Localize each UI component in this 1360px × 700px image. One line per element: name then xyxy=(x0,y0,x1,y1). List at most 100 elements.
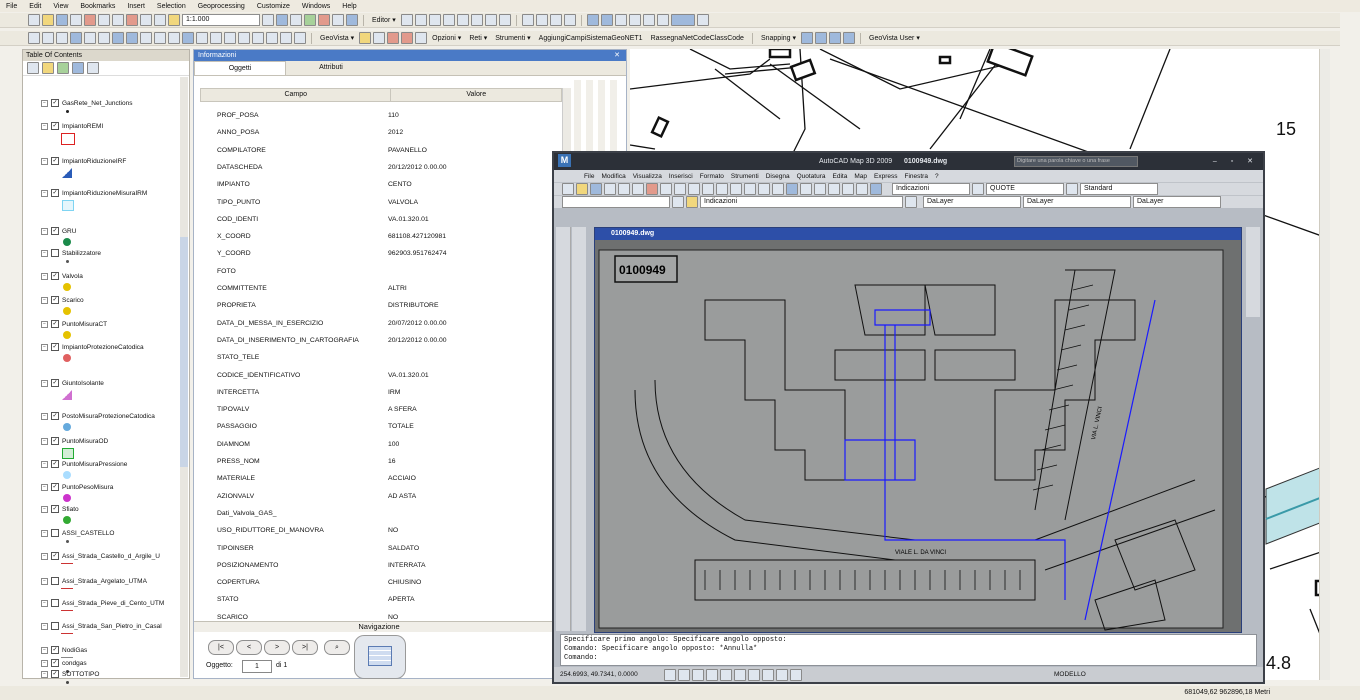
expand-icon[interactable]: − xyxy=(41,122,48,130)
attribute-field-value[interactable]: 962903.951762474 xyxy=(388,250,447,257)
edit-tool-icon[interactable] xyxy=(400,14,413,26)
layer-visibility-checkbox[interactable]: ✓ xyxy=(51,670,59,678)
scale-combo[interactable]: 1:1.000 xyxy=(182,14,260,26)
expand-icon[interactable]: − xyxy=(41,227,48,235)
menu-file[interactable]: File xyxy=(0,3,23,10)
list-by-visibility-icon[interactable] xyxy=(57,62,69,74)
table-view-button[interactable] xyxy=(354,635,406,679)
expand-icon[interactable]: − xyxy=(41,552,48,560)
attribute-field-value[interactable]: VA.01.320.01 xyxy=(388,216,429,223)
trace-icon[interactable] xyxy=(442,14,455,26)
copy-icon[interactable] xyxy=(660,183,672,195)
acad-menu-item[interactable]: Edita xyxy=(833,173,848,180)
attribute-field-value[interactable]: A SFERA xyxy=(388,406,417,413)
expand-icon[interactable]: − xyxy=(41,505,48,513)
expand-icon[interactable]: − xyxy=(41,646,48,654)
layer-visibility-checkbox[interactable]: ✓ xyxy=(51,296,59,304)
new-icon[interactable] xyxy=(28,14,40,26)
layer-visibility-checkbox[interactable]: ✓ xyxy=(51,189,59,197)
help-icon[interactable] xyxy=(870,183,882,195)
menu-insert[interactable]: Insert xyxy=(121,3,151,10)
layer-visibility-checkbox[interactable] xyxy=(51,249,59,257)
toc-layer-item[interactable]: − ✓ PuntoMisuraCT xyxy=(41,320,107,328)
attribute-field-value[interactable]: 100 xyxy=(388,441,399,448)
stop-icon[interactable] xyxy=(401,32,414,44)
layer-visibility-checkbox[interactable] xyxy=(51,577,59,585)
attribute-field-value[interactable]: CHIUSINO xyxy=(388,579,421,586)
toc-layer-item[interactable]: − ✓ PuntoMisuraPressione xyxy=(41,460,127,468)
save-icon[interactable] xyxy=(56,14,68,26)
forward-icon[interactable] xyxy=(126,32,138,44)
end-snap-icon[interactable] xyxy=(815,32,827,44)
attribute-field-value[interactable]: ACCIAIO xyxy=(388,475,416,482)
expand-icon[interactable]: − xyxy=(41,437,48,445)
zoom-in-icon[interactable] xyxy=(28,32,40,44)
toc-layer-item[interactable]: − ✓ PuntoMisuraOD xyxy=(41,437,108,445)
python-icon[interactable] xyxy=(332,14,344,26)
layout-icon[interactable] xyxy=(586,14,599,26)
toc-layer-item[interactable]: − ✓ Sfiato xyxy=(41,505,79,513)
rotate-icon[interactable] xyxy=(470,14,483,26)
expand-icon[interactable]: − xyxy=(41,249,48,257)
full-extent-icon[interactable] xyxy=(70,32,82,44)
zoom-previous-icon[interactable] xyxy=(772,183,784,195)
attributes-icon[interactable] xyxy=(484,14,497,26)
acad-menu-item[interactable]: File xyxy=(584,173,594,180)
straight-segment-icon[interactable] xyxy=(428,14,441,26)
expand-icon[interactable]: − xyxy=(41,599,48,607)
attribute-field-value[interactable]: 16 xyxy=(388,458,396,465)
toc-layer-item[interactable]: − ✓ PostoMisuraProtezioneCatodica xyxy=(41,412,155,420)
table-icon[interactable] xyxy=(276,14,288,26)
page-icon[interactable] xyxy=(600,14,613,26)
layer-visibility-checkbox[interactable] xyxy=(51,529,59,537)
model-icon[interactable] xyxy=(346,14,358,26)
publish-icon[interactable] xyxy=(632,183,644,195)
list-by-selection-icon[interactable] xyxy=(72,62,84,74)
pan-icon[interactable] xyxy=(730,183,742,195)
expand-icon[interactable]: − xyxy=(41,659,48,667)
layer-visibility-checkbox[interactable]: ✓ xyxy=(51,379,59,387)
editor-toolbar-icon[interactable] xyxy=(262,14,274,26)
lineweight-combo[interactable]: DaLayer xyxy=(1133,196,1221,208)
time-slider-icon[interactable] xyxy=(266,32,278,44)
menu-edit[interactable]: Edit xyxy=(23,3,47,10)
zoom-out-icon[interactable] xyxy=(42,32,54,44)
zoom-window-icon[interactable] xyxy=(758,183,770,195)
attribute-field-value[interactable]: PAVANELLO xyxy=(388,147,427,154)
dim-style-icon[interactable] xyxy=(972,183,984,195)
attribute-field-value[interactable]: VALVOLA xyxy=(388,199,418,206)
expand-icon[interactable]: − xyxy=(41,99,48,107)
layer-visibility-checkbox[interactable]: ✓ xyxy=(51,483,59,491)
drawing-window[interactable]: 0100949.dwg 0100949 VIALE L. DA VINCI VI… xyxy=(594,227,1242,633)
html-popup-icon[interactable] xyxy=(210,32,222,44)
topology-icon[interactable] xyxy=(549,14,562,26)
toc-options-icon[interactable] xyxy=(87,62,99,74)
map-scrollbar[interactable] xyxy=(1319,49,1330,680)
toc-layer-item[interactable]: − ✓ NodiGas xyxy=(41,646,87,654)
properties-icon[interactable] xyxy=(786,183,798,195)
expand-icon[interactable]: − xyxy=(41,529,48,537)
strumenti-menu[interactable]: Strumenti ▾ xyxy=(492,34,533,42)
toc-layer-item[interactable]: − ✓ Valvola xyxy=(41,272,83,280)
workspace-combo[interactable] xyxy=(562,196,670,208)
expand-icon[interactable]: − xyxy=(41,189,48,197)
previous-button[interactable]: < xyxy=(236,640,262,655)
hyperlink-icon[interactable] xyxy=(196,32,208,44)
undo-icon[interactable] xyxy=(702,183,714,195)
make-current-icon[interactable] xyxy=(905,196,917,208)
first-button[interactable]: |< xyxy=(208,640,234,655)
linetype-combo[interactable]: DaLayer xyxy=(1023,196,1131,208)
delete-icon[interactable] xyxy=(126,14,138,26)
zoom-icon[interactable] xyxy=(744,183,756,195)
attribute-field-value[interactable]: INTERRATA xyxy=(388,562,426,569)
layer-visibility-checkbox[interactable]: ✓ xyxy=(51,646,59,654)
menu-windows[interactable]: Windows xyxy=(296,3,336,10)
layer-visibility-checkbox[interactable]: ✓ xyxy=(51,320,59,328)
expand-icon[interactable]: − xyxy=(41,272,48,280)
palettes-icon[interactable] xyxy=(814,183,826,195)
autocad-logo-icon[interactable]: M xyxy=(558,154,571,167)
back-icon[interactable] xyxy=(112,32,124,44)
attribute-field-value[interactable]: 110 xyxy=(388,112,399,119)
select-features-icon[interactable] xyxy=(140,32,152,44)
toc-layer-item[interactable]: − ✓ GRU xyxy=(41,227,76,235)
